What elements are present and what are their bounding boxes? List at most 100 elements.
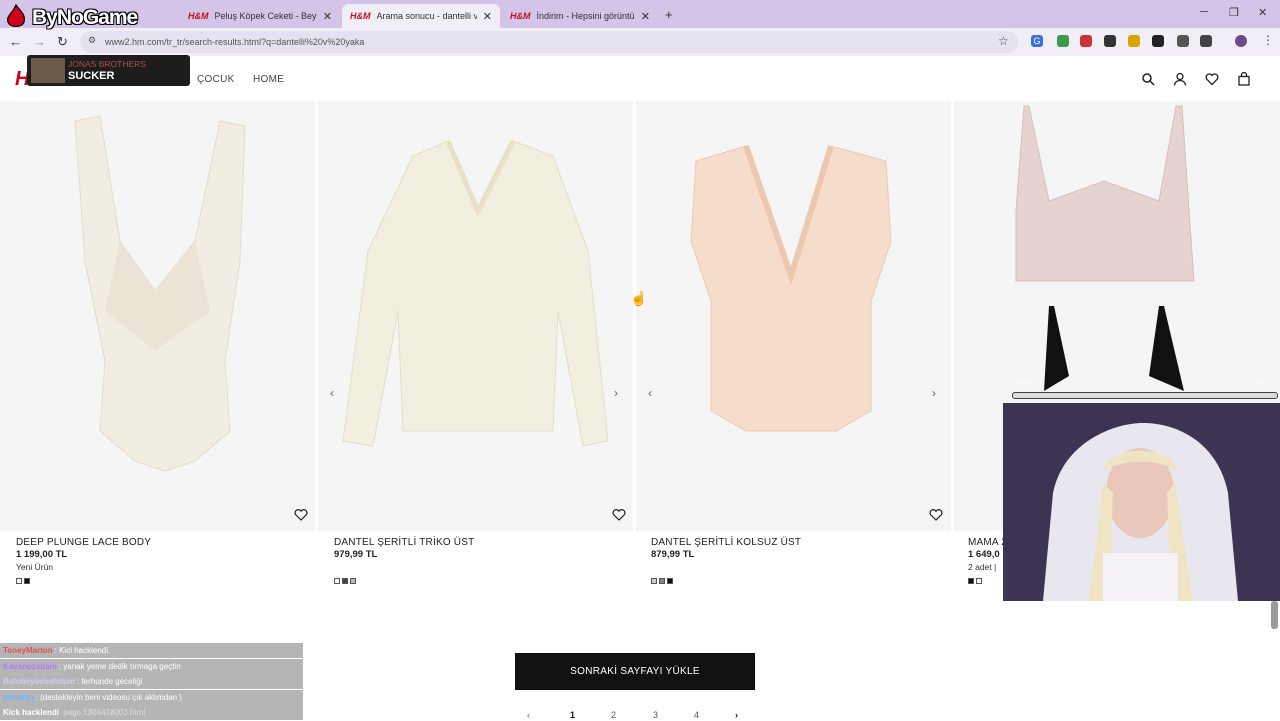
product-tag: 2 adet | xyxy=(968,562,997,572)
color-swatch[interactable] xyxy=(968,578,974,584)
hm-favicon-icon: H&M xyxy=(510,11,531,21)
close-tab-icon[interactable]: ✕ xyxy=(483,10,492,23)
chat-message: Kick hacklendi page.1308428003.html xyxy=(0,705,303,721)
chat-text: : yanak yeme dedik tırmaga geçtin xyxy=(58,661,181,671)
chat-text: : ferhunde geceliği xyxy=(77,677,143,687)
product-image[interactable]: ‹ › xyxy=(318,101,633,531)
scrollbar-thumb[interactable] xyxy=(1271,601,1278,629)
favorite-heart-icon[interactable] xyxy=(929,509,943,521)
extension-icon[interactable] xyxy=(1104,35,1116,47)
page-link[interactable]: 1 xyxy=(570,710,575,720)
page-link[interactable]: 2 xyxy=(611,710,616,720)
forward-icon[interactable]: → xyxy=(33,34,46,49)
logo-text: ByNoGame xyxy=(32,6,138,29)
product-price: 979,99 TL xyxy=(334,549,378,560)
chevron-right-icon[interactable]: › xyxy=(932,386,936,400)
hm-favicon-icon: H&M xyxy=(188,11,209,21)
restore-icon[interactable]: ❐ xyxy=(1229,6,1239,19)
site-info-icon[interactable]: ⚙ xyxy=(88,35,96,46)
chat-username: Bolubeyimbolulum xyxy=(3,677,75,687)
extensions-puzzle-icon[interactable] xyxy=(1200,35,1212,47)
hand-cursor-icon: ☝ xyxy=(630,290,648,306)
chat-text: : (destekleyin beni videosu çık aklımdan… xyxy=(35,692,182,702)
minimize-icon[interactable]: ─ xyxy=(1200,6,1208,18)
sleeveless-top-image xyxy=(690,145,892,432)
nav-child[interactable]: ÇOCUK xyxy=(197,74,235,85)
close-window-icon[interactable]: ✕ xyxy=(1258,6,1267,19)
goal-progress-bar xyxy=(1012,392,1278,399)
load-next-page-button[interactable]: SONRAKİ SAYFAYI YÜKLE xyxy=(515,653,755,690)
profile-avatar[interactable] xyxy=(1235,35,1247,47)
webcam-feed xyxy=(1003,403,1280,601)
color-swatch[interactable] xyxy=(976,578,982,584)
chat-message: Bolubeyimbolulum: ferhunde geceliği xyxy=(0,674,303,690)
extension-icon[interactable] xyxy=(1177,35,1189,47)
reload-icon[interactable]: ↻ xyxy=(57,34,68,50)
lace-bodysuit-image xyxy=(74,115,246,472)
chat-username: ToneyMarton xyxy=(3,646,53,655)
page-link[interactable]: 3 xyxy=(653,710,658,720)
translate-icon[interactable]: G xyxy=(1031,35,1043,47)
product-image[interactable]: ‹ › xyxy=(636,101,951,531)
product-price: 879,99 TL xyxy=(651,549,695,560)
product-price: 1 199,00 TL xyxy=(16,549,68,560)
chat-username: Kavanozadam xyxy=(3,661,57,671)
product-image[interactable] xyxy=(0,101,315,531)
extension-icon[interactable] xyxy=(1128,35,1140,47)
bookmark-star-icon[interactable]: ☆ xyxy=(998,34,1009,48)
album-art xyxy=(31,58,65,83)
favorites-heart-icon[interactable] xyxy=(1205,72,1219,86)
extension-icon[interactable] xyxy=(1152,35,1164,47)
tab-search-results[interactable]: H&M Arama sonucu - dantelli v yaka ✕ xyxy=(342,4,500,28)
color-swatch[interactable] xyxy=(651,578,657,584)
search-icon[interactable] xyxy=(1141,72,1155,86)
goal-label: HEDEF xyxy=(1014,380,1035,386)
url-text[interactable]: www2.hm.com/tr_tr/search-results.html?q=… xyxy=(105,37,364,47)
menu-kebab-icon[interactable]: ⋮ xyxy=(1262,33,1274,47)
color-swatch[interactable] xyxy=(350,578,356,584)
color-swatch[interactable] xyxy=(24,578,30,584)
chat-username: bocatlin xyxy=(3,692,34,702)
product-name[interactable]: DANTEL ŞERİTLİ KOLSUZ ÜST xyxy=(651,537,801,548)
shopping-bag-icon[interactable] xyxy=(1237,72,1251,86)
tab-title: Peluş Köpek Ceketi - Beyaz - K xyxy=(214,11,317,21)
color-swatch[interactable] xyxy=(334,578,340,584)
favorite-heart-icon[interactable] xyxy=(294,509,308,521)
product-name[interactable]: DEEP PLUNGE LACE BODY xyxy=(16,537,151,548)
hm-favicon-icon: H&M xyxy=(350,11,371,21)
chevron-left-icon[interactable]: ‹ xyxy=(648,386,652,400)
chat-message: bocatlin: (destekleyin beni videosu çık … xyxy=(0,689,303,705)
tab-title: Arama sonucu - dantelli v yaka xyxy=(376,11,477,21)
account-icon[interactable] xyxy=(1173,72,1187,86)
color-swatch[interactable] xyxy=(667,578,673,584)
product-tag: Yeni Ürün xyxy=(16,562,54,572)
now-playing-widget: JONAS BROTHERS SUCKER xyxy=(27,55,190,86)
page-link[interactable]: 4 xyxy=(694,710,699,720)
song-title: SUCKER xyxy=(68,70,115,82)
tab-sale[interactable]: H&M İndirim - Hepsini görüntüle | H ✕ xyxy=(502,4,658,28)
chevron-left-icon[interactable]: ‹ xyxy=(330,386,334,400)
product-name[interactable]: DANTEL ŞERİTLİ TRİKO ÜST xyxy=(334,537,474,548)
nav-home[interactable]: HOME xyxy=(253,74,284,85)
chat-username: Kick hacklendi xyxy=(3,708,60,718)
prev-page-icon[interactable]: ‹ xyxy=(527,710,530,720)
favorite-heart-icon[interactable] xyxy=(612,509,626,521)
color-swatch[interactable] xyxy=(342,578,348,584)
color-swatch[interactable] xyxy=(16,578,22,584)
bra-image xyxy=(1015,105,1195,391)
new-tab-button[interactable]: + xyxy=(665,7,673,22)
chevron-right-icon[interactable]: › xyxy=(614,386,618,400)
status-url: page.1308428003.html xyxy=(63,708,146,718)
color-swatch[interactable] xyxy=(659,578,665,584)
extension-icon[interactable] xyxy=(1057,35,1069,47)
chat-overlay: ToneyMarton: Kicl hacklendi. Kavanozadam… xyxy=(0,643,303,721)
product-name[interactable]: MAMA 2 xyxy=(968,537,1007,548)
chat-message: Kavanozadam: yanak yeme dedik tırmaga ge… xyxy=(0,658,303,674)
tab-dog-coat[interactable]: H&M Peluş Köpek Ceketi - Beyaz - K ✕ xyxy=(180,4,340,28)
close-tab-icon[interactable]: ✕ xyxy=(323,10,332,23)
extension-icon[interactable] xyxy=(1080,35,1092,47)
back-icon[interactable]: ← xyxy=(9,34,22,49)
close-tab-icon[interactable]: ✕ xyxy=(641,10,650,23)
artist-name: JONAS BROTHERS xyxy=(68,59,146,69)
next-page-icon[interactable]: › xyxy=(735,710,738,720)
